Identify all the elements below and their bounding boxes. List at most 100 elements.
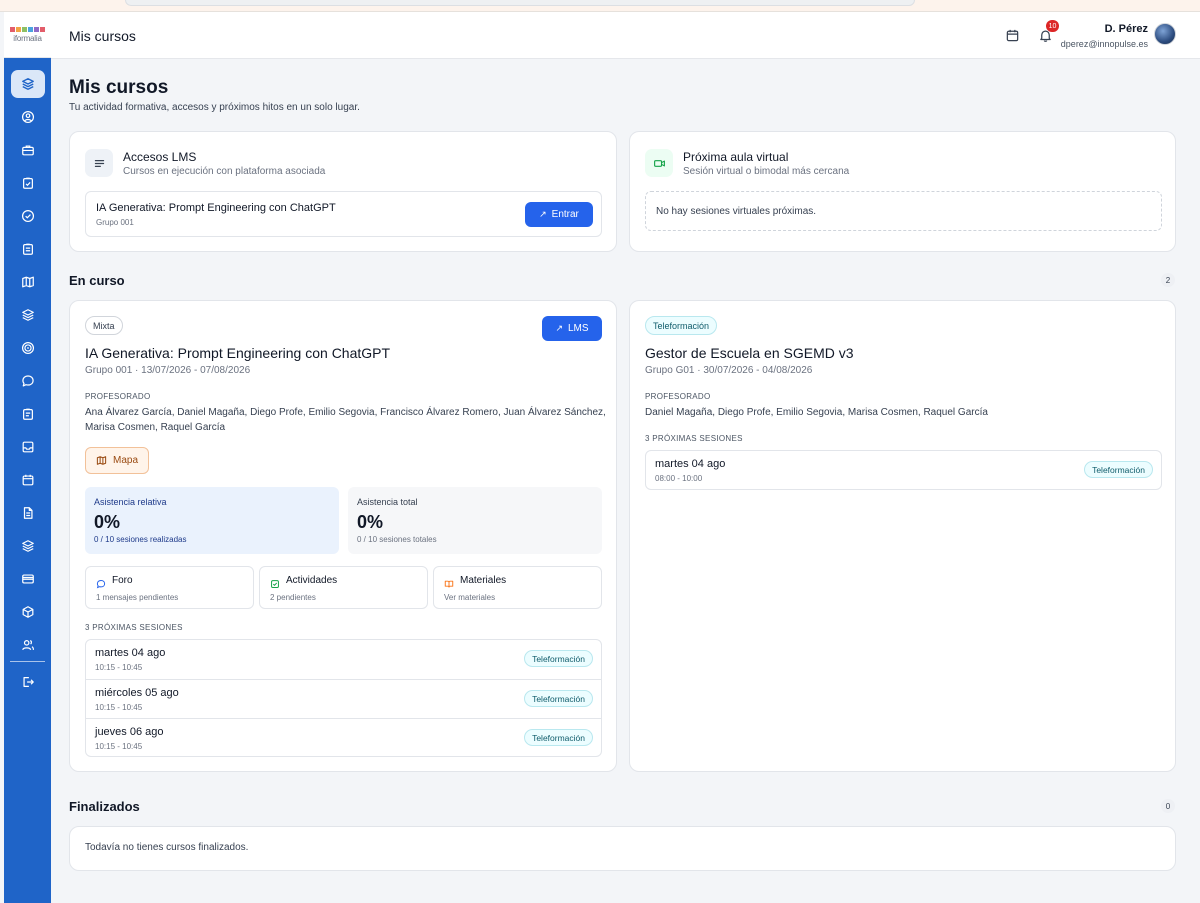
header-title: Mis cursos (69, 28, 136, 44)
teachers-label: PROFESORADO (645, 392, 711, 401)
teachers-list: Ana Álvarez García, Daniel Magaña, Diego… (85, 407, 606, 433)
logo-text: iformalia (13, 33, 42, 43)
sidebar-item-informes[interactable] (11, 400, 45, 428)
finished-courses-card: Todavía no tienes cursos finalizados. (69, 826, 1176, 871)
checkbox-icon (270, 576, 280, 588)
session-row[interactable]: martes 04 ago 10:15 - 10:45 Teleformació… (86, 640, 601, 679)
virtual-class-card: Próxima aula virtual Sesión virtual o bi… (629, 131, 1176, 252)
notification-badge: 10 (1046, 20, 1059, 32)
briefcase-icon (22, 145, 34, 156)
sidebar: iformalia (4, 12, 51, 903)
finalizados-count: 0 (1161, 799, 1175, 813)
list-icon (85, 149, 113, 177)
clipboard-check-icon (23, 177, 33, 189)
session-row[interactable]: martes 04 ago 08:00 - 10:00 Teleformació… (646, 451, 1161, 490)
clipboard-icon (23, 408, 33, 420)
activities-link[interactable]: Actividades 2 pendientes (259, 566, 428, 609)
modality-tag: Teleformación (645, 316, 718, 335)
sidebar-item-objetivos[interactable] (11, 334, 45, 362)
virtual-empty-state: No hay sesiones virtuales próximas. (645, 191, 1162, 231)
map-icon (96, 456, 107, 465)
sidebar-item-catalogo[interactable] (11, 532, 45, 560)
sessions-list: martes 04 ago 08:00 - 10:00 Teleformació… (645, 450, 1162, 490)
logo[interactable]: iformalia (4, 12, 51, 58)
sidebar-item-evaluaciones[interactable] (11, 235, 45, 263)
avatar[interactable] (1154, 23, 1176, 45)
lms-course-name: IA Generativa: Prompt Engineering con Ch… (96, 202, 336, 214)
lms-course-row: IA Generativa: Prompt Engineering con Ch… (85, 191, 602, 237)
session-type-tag: Teleformación (524, 650, 593, 667)
lms-card-title: Accesos LMS (123, 150, 197, 164)
user-name[interactable]: D. Pérez (1105, 23, 1148, 35)
course-card-ia-generativa: Mixta ↗ LMS IA Generativa: Prompt Enginee… (69, 300, 617, 772)
sidebar-item-bandeja[interactable] (11, 433, 45, 461)
sidebar-item-calendario[interactable] (11, 466, 45, 494)
map-button[interactable]: Mapa (85, 447, 149, 474)
sidebar-item-mensajes[interactable] (11, 367, 45, 395)
calendar-icon (22, 474, 34, 486)
stat-total-attendance: Asistencia total 0% 0 / 10 sesiones tota… (348, 487, 602, 554)
modality-tag: Mixta (85, 316, 123, 335)
book-open-icon (444, 576, 454, 588)
session-type-tag: Teleformación (524, 729, 593, 746)
arrow-up-right-icon: ↗ (555, 323, 563, 333)
user-email: dperez@innopulse.es (1060, 39, 1148, 49)
virtual-card-title: Próxima aula virtual (683, 150, 789, 164)
calendar-button[interactable] (1003, 26, 1021, 44)
section-title-en-curso: En curso (69, 273, 125, 288)
sidebar-item-usuarios[interactable] (11, 631, 45, 659)
session-type-tag: Teleformación (524, 690, 593, 707)
sidebar-item-completados[interactable] (11, 202, 45, 230)
session-row[interactable]: jueves 06 ago 10:15 - 10:45 Teleformació… (86, 718, 601, 757)
sidebar-item-documentos[interactable] (11, 499, 45, 527)
layers-icon (22, 540, 34, 552)
sidebar-item-maletin[interactable] (11, 136, 45, 164)
logout-icon (23, 677, 34, 687)
course-title[interactable]: Gestor de Escuela en SGEMD v3 (645, 345, 854, 361)
layers-icon (22, 78, 34, 90)
package-icon (22, 606, 34, 618)
finished-empty-state: Todavía no tienes cursos finalizados. (85, 842, 249, 853)
session-type-tag: Teleformación (1084, 461, 1153, 478)
chat-bubble-icon (22, 375, 34, 387)
file-text-icon (23, 507, 33, 519)
sidebar-item-logout[interactable] (11, 668, 45, 696)
materials-link[interactable]: Materiales Ver materiales (433, 566, 602, 609)
sidebar-item-capas[interactable] (11, 301, 45, 329)
page-subtitle: Tu actividad formativa, accesos y próxim… (69, 102, 360, 113)
stat-relative-attendance: Asistencia relativa 0% 0 / 10 sesiones r… (85, 487, 339, 554)
session-row[interactable]: miércoles 05 ago 10:15 - 10:45 Teleforma… (86, 679, 601, 718)
lms-course-group: Grupo 001 (96, 218, 134, 227)
forum-link[interactable]: Foro 1 mensajes pendientes (85, 566, 254, 609)
lms-button[interactable]: ↗ LMS (542, 316, 602, 341)
sessions-list: martes 04 ago 10:15 - 10:45 Teleformació… (85, 639, 602, 757)
target-icon (21, 341, 35, 355)
en-curso-count: 2 (1161, 273, 1175, 287)
sidebar-item-mapa[interactable] (11, 268, 45, 296)
course-card-gestor-escuela: Teleformación Gestor de Escuela en SGEMD… (629, 300, 1176, 772)
top-header: Mis cursos 10 D. Pérez dperez@innopulse.… (51, 12, 1200, 59)
browser-address-pill (125, 0, 915, 6)
sidebar-item-pagos[interactable] (11, 565, 45, 593)
sidebar-item-perfil[interactable] (11, 103, 45, 131)
map-icon (22, 276, 34, 288)
arrow-up-right-icon: ↗ (539, 209, 547, 219)
lms-access-card: Accesos LMS Cursos en ejecución con plat… (69, 131, 617, 252)
sidebar-item-recursos[interactable] (11, 598, 45, 626)
sidebar-item-cursos[interactable] (11, 70, 45, 98)
virtual-card-subtitle: Sesión virtual o bimodal más cercana (683, 166, 850, 177)
course-title[interactable]: IA Generativa: Prompt Engineering con Ch… (85, 345, 390, 361)
credit-card-icon (22, 574, 34, 584)
clipboard-list-icon (23, 243, 33, 255)
sidebar-item-tareas[interactable] (11, 169, 45, 197)
teachers-list: Daniel Magaña, Diego Profe, Emilio Segov… (645, 407, 988, 418)
teachers-label: PROFESORADO (85, 392, 151, 401)
calendar-icon (1006, 29, 1018, 41)
lms-enter-button[interactable]: ↗ Entrar (525, 202, 593, 227)
course-meta: Grupo G01 · 30/07/2026 - 04/08/2026 (645, 365, 813, 376)
page-title: Mis cursos (69, 77, 169, 98)
sidebar-separator (10, 661, 45, 662)
lms-card-subtitle: Cursos en ejecución con plataforma asoci… (123, 166, 326, 177)
section-title-finalizados: Finalizados (69, 799, 140, 814)
logo-mark (10, 26, 45, 32)
